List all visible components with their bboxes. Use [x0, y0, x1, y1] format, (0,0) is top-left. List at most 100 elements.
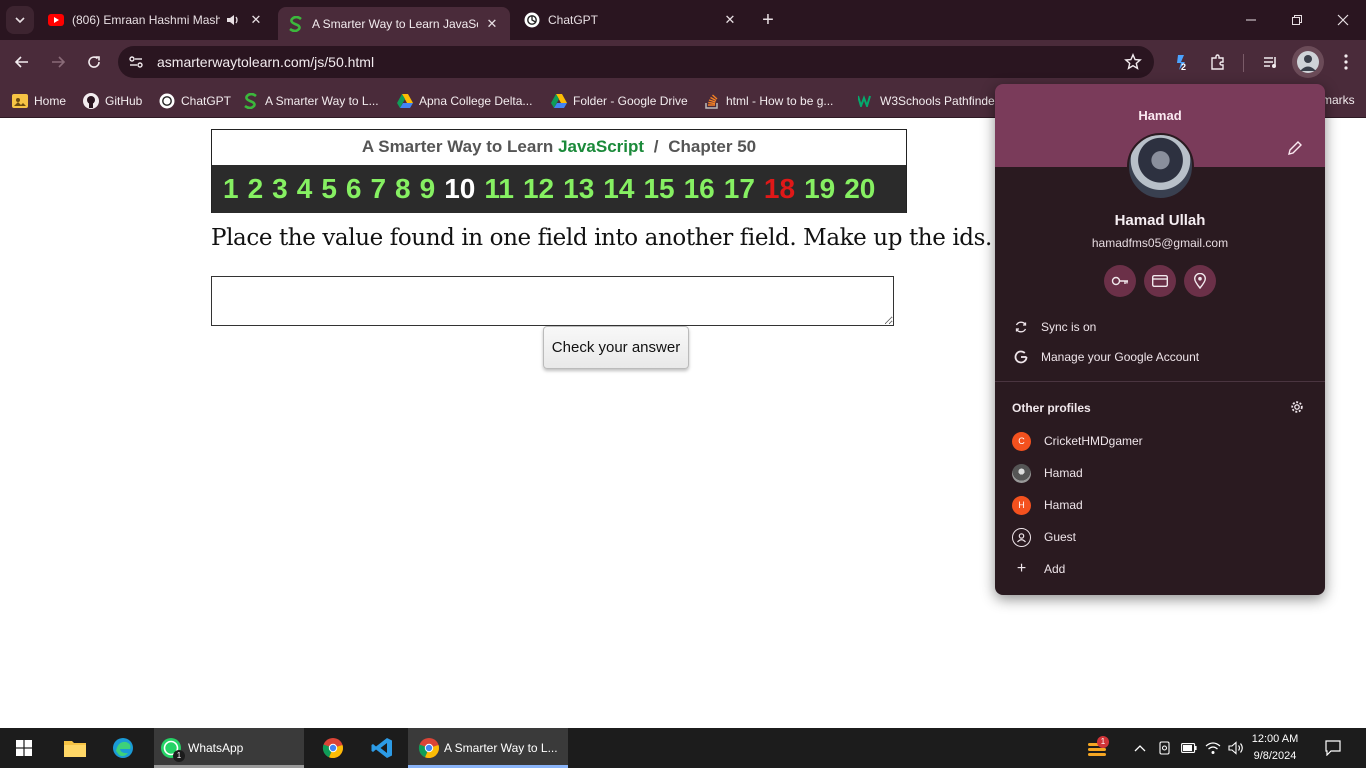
minimize-button[interactable] — [1228, 0, 1274, 40]
notifications-button[interactable] — [1325, 740, 1341, 756]
chevron-down-icon — [15, 17, 25, 24]
title-brand[interactable]: JavaScript — [558, 137, 644, 156]
manage-account-row[interactable]: Manage your Google Account — [995, 342, 1325, 372]
guest-label: Guest — [1044, 530, 1077, 544]
plus-icon: + — [1016, 560, 1027, 577]
chapter-link-10[interactable]: 10 — [444, 173, 475, 205]
gear-icon[interactable] — [1290, 400, 1304, 414]
chapter-link-1[interactable]: 1 — [223, 173, 239, 205]
profile-row-crickethmdgamer[interactable]: C CricketHMDgamer — [995, 426, 1325, 456]
chapter-link-9[interactable]: 9 — [420, 173, 436, 205]
chapter-link-7[interactable]: 7 — [370, 173, 386, 205]
folder-icon — [64, 741, 86, 757]
profile-row-hamad[interactable]: H Hamad — [995, 490, 1325, 520]
system-clock[interactable]: 12:00 AM 9/8/2024 — [1246, 731, 1304, 765]
bookmark-w3schools[interactable]: W3Schools Pathfinder — [858, 91, 999, 111]
back-button[interactable] — [8, 48, 36, 76]
chapter-link-4[interactable]: 4 — [297, 173, 313, 205]
bookmark-github[interactable]: GitHub — [83, 91, 142, 111]
camera-tray-icon[interactable] — [1157, 740, 1173, 756]
chapter-link-6[interactable]: 6 — [346, 173, 362, 205]
media-controls-button[interactable] — [1261, 52, 1281, 72]
bookmark-google-drive-folder[interactable]: Folder - Google Drive — [551, 91, 688, 111]
payment-methods-button[interactable] — [1144, 265, 1176, 297]
close-icon[interactable]: ✕ — [248, 12, 264, 28]
add-profile-row[interactable]: + Add — [995, 554, 1325, 584]
credit-card-icon — [1152, 275, 1168, 287]
chapter-link-3[interactable]: 3 — [272, 173, 288, 205]
vscode-button[interactable] — [359, 728, 405, 768]
forward-button[interactable] — [44, 48, 72, 76]
chapter-link-19[interactable]: 19 — [804, 173, 835, 205]
profile-row-hamad-photo[interactable]: Hamad — [995, 458, 1325, 488]
edge-button[interactable] — [100, 728, 146, 768]
chrome-button[interactable] — [310, 728, 356, 768]
bookmarks-overflow[interactable]: marks — [1322, 93, 1355, 107]
bookmark-apna-college[interactable]: Apna College Delta... — [397, 91, 532, 111]
w3schools-icon — [858, 93, 874, 109]
addresses-button[interactable] — [1184, 265, 1216, 297]
add-label: Add — [1044, 562, 1066, 576]
whatsapp-button[interactable]: WhatsApp 1 — [154, 728, 304, 768]
chapter-link-2[interactable]: 2 — [248, 173, 264, 205]
chatgpt-icon — [524, 12, 540, 28]
close-icon[interactable]: ✕ — [722, 12, 738, 28]
wifi-tray-icon[interactable] — [1205, 740, 1221, 756]
windows-icon — [16, 740, 32, 756]
tab-search-button[interactable] — [6, 6, 34, 34]
chapter-link-14[interactable]: 14 — [603, 173, 634, 205]
answer-input[interactable] — [211, 276, 894, 326]
chapter-link-15[interactable]: 15 — [643, 173, 674, 205]
tab-strip: (806) Emraan Hashmi Mash ✕ A Smarter Way… — [0, 0, 1366, 40]
reload-button[interactable] — [80, 48, 108, 76]
bookmark-smarter-way[interactable]: A Smarter Way to L... — [243, 91, 379, 111]
wifi-icon — [1205, 742, 1221, 754]
file-explorer-button[interactable] — [52, 728, 98, 768]
site-settings-icon[interactable] — [128, 54, 144, 70]
chapter-link-12[interactable]: 12 — [523, 173, 554, 205]
close-icon[interactable]: ✕ — [484, 16, 500, 32]
google-drive-icon — [551, 93, 567, 109]
check-answer-button[interactable]: Check your answer — [543, 326, 689, 369]
bookmark-stackoverflow[interactable]: html - How to be g... — [704, 91, 833, 111]
page-title: A Smarter Way to Learn JavaScript / Chap… — [212, 130, 906, 165]
chapter-link-16[interactable]: 16 — [684, 173, 715, 205]
bookmark-chatgpt[interactable]: ChatGPT — [159, 91, 231, 111]
screen: (806) Emraan Hashmi Mash ✕ A Smarter Way… — [0, 0, 1366, 768]
tab-title: ChatGPT — [548, 13, 599, 27]
battery-tray-icon[interactable] — [1181, 740, 1197, 756]
tab-youtube[interactable]: (806) Emraan Hashmi Mash ✕ — [38, 0, 274, 40]
tab-smarter-way[interactable]: A Smarter Way to Learn JavaScr ✕ — [278, 7, 510, 40]
guest-row[interactable]: Guest — [995, 522, 1325, 552]
chapter-link-11[interactable]: 11 — [484, 173, 514, 205]
show-hidden-icons-button[interactable] — [1132, 740, 1148, 756]
sync-row[interactable]: Sync is on — [995, 312, 1325, 342]
url-text[interactable]: asmarterwaytolearn.com/js/50.html — [157, 54, 374, 70]
chapter-link-8[interactable]: 8 — [395, 173, 411, 205]
start-button[interactable] — [0, 728, 48, 768]
bookmark-home[interactable]: Home — [12, 91, 66, 111]
tab-chatgpt[interactable]: ChatGPT ✕ — [514, 0, 748, 40]
weather-widget[interactable]: 1 — [1082, 728, 1112, 768]
volume-tray-icon[interactable] — [1228, 740, 1244, 756]
new-tab-button[interactable]: + — [756, 8, 780, 32]
restore-button[interactable] — [1274, 0, 1320, 40]
extensions-button[interactable] — [1208, 52, 1228, 72]
pencil-icon[interactable] — [1287, 140, 1303, 156]
chapter-link-20[interactable]: 20 — [844, 173, 875, 205]
star-icon[interactable] — [1124, 53, 1142, 71]
chapter-link-18[interactable]: 18 — [764, 173, 795, 205]
close-window-button[interactable] — [1320, 0, 1366, 40]
chapter-link-13[interactable]: 13 — [563, 173, 594, 205]
address-bar[interactable]: asmarterwaytolearn.com/js/50.html — [118, 46, 1154, 78]
chapter-link-5[interactable]: 5 — [321, 173, 337, 205]
youtube-icon — [48, 12, 64, 28]
profile-button[interactable] — [1292, 46, 1324, 78]
chapter-link-17[interactable]: 17 — [724, 173, 755, 205]
whatsapp-badge: 1 — [173, 750, 185, 762]
speaker-icon[interactable] — [226, 14, 242, 26]
other-profiles-heading: Other profiles — [1012, 401, 1091, 415]
passwords-button[interactable] — [1104, 265, 1136, 297]
chrome-menu-button[interactable] — [1336, 52, 1356, 72]
chrome-window-button[interactable]: A Smarter Way to L... — [408, 728, 568, 768]
